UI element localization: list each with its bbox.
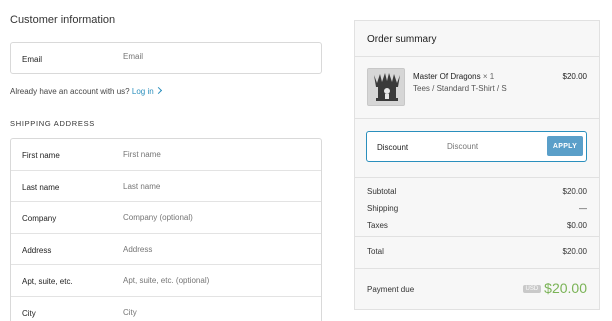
login-prompt: Already have an account with us? Log in: [10, 86, 162, 96]
currency-badge: USD: [522, 285, 542, 293]
address-field[interactable]: Address: [11, 234, 321, 265]
taxes-label: Taxes: [367, 221, 388, 230]
shipping-row: Shipping —: [367, 204, 587, 213]
apt-field[interactable]: Apt, suite, etc.: [11, 265, 321, 297]
divider: [355, 56, 599, 57]
payment-due-amount: $20.00: [544, 280, 587, 296]
payment-due: USD $20.00: [522, 280, 587, 298]
subtotal-value: $20.00: [562, 187, 587, 196]
last-name-label: Last name: [22, 182, 60, 192]
last-name-field[interactable]: Last name: [11, 171, 321, 202]
company-label: Company: [22, 214, 57, 223]
city-input[interactable]: [123, 307, 313, 317]
taxes-row: Taxes $0.00: [367, 221, 587, 230]
order-summary: Order summary Master Of Dragons × 1 Tees…: [354, 20, 600, 310]
shipping-cost-label: Shipping: [367, 204, 399, 213]
order-summary-title: Order summary: [367, 34, 437, 45]
company-field[interactable]: Company: [11, 202, 321, 234]
divider: [355, 177, 599, 178]
payment-due-label: Payment due: [367, 285, 415, 294]
first-name-input[interactable]: [123, 150, 313, 159]
apply-discount-button[interactable]: APPLY: [547, 136, 583, 156]
discount-field[interactable]: Discount APPLY: [366, 131, 587, 162]
email-label: Email: [22, 55, 43, 64]
address-input[interactable]: [123, 244, 313, 254]
account-prompt-text: Already have an account with us?: [10, 87, 130, 96]
login-link[interactable]: Log in: [132, 86, 162, 96]
product-quantity: × 1: [482, 72, 495, 81]
total-label: Total: [367, 247, 384, 256]
city-label: City: [22, 308, 36, 318]
subtotal-label: Subtotal: [367, 187, 397, 196]
discount-input[interactable]: [447, 142, 542, 151]
company-input[interactable]: [123, 213, 313, 222]
email-input[interactable]: [123, 52, 313, 61]
taxes-value: $0.00: [566, 221, 587, 230]
divider: [355, 236, 599, 237]
last-name-input[interactable]: [123, 181, 313, 191]
address-label: Address: [22, 245, 52, 255]
first-name-field[interactable]: First name: [11, 139, 321, 171]
discount-label: Discount: [377, 143, 409, 152]
customer-info-title: Customer information: [10, 14, 116, 26]
divider: [355, 118, 599, 119]
chevron-right-icon: [154, 86, 162, 95]
divider: [355, 268, 599, 269]
apt-input[interactable]: [123, 276, 313, 285]
apt-label: Apt, suite, etc.: [22, 277, 73, 286]
shipping-form: First name Last name Company Address Apt…: [10, 138, 322, 321]
total-row: Total $20.00: [367, 247, 587, 256]
product-name: Master Of Dragons × 1: [413, 72, 495, 81]
first-name-label: First name: [22, 151, 60, 160]
email-field[interactable]: Email: [10, 42, 322, 74]
product-variant: Tees / Standard T-Shirt / S: [413, 84, 507, 93]
shipping-cost-value: —: [579, 204, 587, 213]
city-field[interactable]: City: [11, 297, 321, 321]
total-value: $20.00: [562, 247, 587, 256]
shipping-title: SHIPPING ADDRESS: [10, 119, 95, 128]
product-thumbnail: [367, 68, 405, 106]
subtotal-row: Subtotal $20.00: [367, 187, 587, 196]
product-price: $20.00: [562, 72, 587, 81]
